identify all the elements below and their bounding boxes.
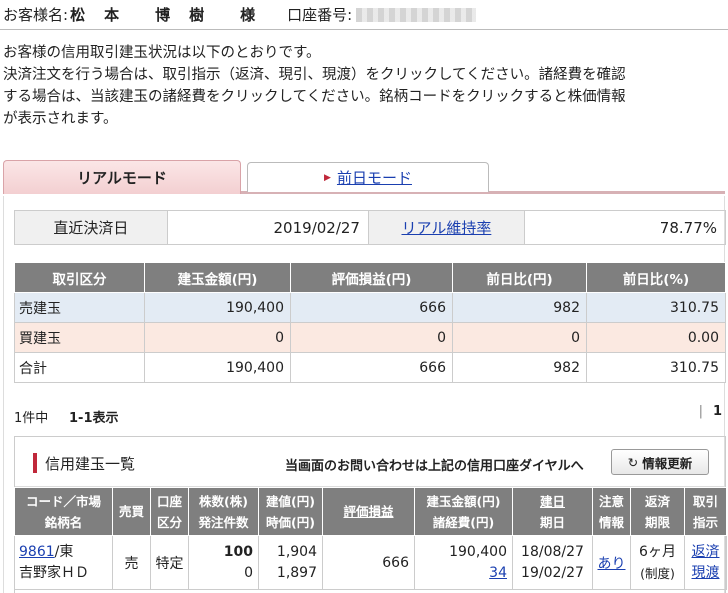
accent-bar xyxy=(33,453,37,473)
table-row: 買建玉 0 0 0 0.00 xyxy=(14,322,726,353)
tab-real-mode[interactable]: リアルモード xyxy=(3,160,241,194)
col-price: 建値(円) 時価(円) xyxy=(258,487,323,536)
quantity-cell: 100 0 xyxy=(188,535,259,590)
result-count: 1件中 xyxy=(14,411,49,426)
main-panel: 直近決済日 2019/02/27 リアル維持率 78.77% 取引区分 建玉金額… xyxy=(3,196,727,593)
account-label: 口座番号: xyxy=(287,6,353,24)
row-label: 合計 xyxy=(14,352,145,383)
customer-label: お客様名: xyxy=(3,6,69,24)
note-cell: あり xyxy=(592,535,631,590)
market: /東 xyxy=(54,543,74,560)
repay-link[interactable]: 返済 xyxy=(692,544,720,560)
pagination: 1件中 1-1表示 | 1 xyxy=(14,404,726,426)
col-pl[interactable]: 評価損益 xyxy=(322,487,415,536)
table-row: 売建玉 190,400 666 982 310.75 xyxy=(14,292,726,323)
pager-separator: | xyxy=(698,404,703,419)
settle-date-label: 直近決済日 xyxy=(14,210,168,245)
prev-day-mode-link[interactable]: 前日モード xyxy=(337,167,412,188)
header-bar: お客様名: 松 本 博 樹 様 口座番号: xyxy=(0,0,728,30)
settle-date-value: 2019/02/27 xyxy=(166,210,369,245)
cell: 982 xyxy=(452,352,587,383)
cell: 666 xyxy=(290,292,453,323)
position-list-title: 信用建玉一覧 xyxy=(45,455,136,473)
col-date: 建日 期日 xyxy=(512,487,593,536)
stock-cell: 9861/東 吉野家ＨＤ xyxy=(14,535,113,590)
cell: 0.00 xyxy=(586,322,726,353)
pl-cell: 666 xyxy=(322,535,415,590)
intro-line: 決済注文を行う場合は、取引指示（返済、現引、現渡）をクリックしてください。諸経費… xyxy=(3,67,626,83)
mode-tabs: リアルモード ▶ 前日モード xyxy=(3,158,725,194)
col-term: 返済 期限 xyxy=(630,487,685,536)
row-label: 売建玉 xyxy=(14,292,145,323)
refresh-label: 情報更新 xyxy=(642,455,693,471)
current-page: 1 xyxy=(712,404,722,419)
customer-name: 松 本 博 樹 様 xyxy=(70,6,258,24)
cell: 982 xyxy=(452,292,587,323)
stock-name: 吉野家ＨＤ xyxy=(19,564,89,581)
cell: 190,400 xyxy=(144,352,291,383)
fees-link[interactable]: 34 xyxy=(489,565,507,581)
cell: 0 xyxy=(290,322,453,353)
col-quantity: 株数(株) 発注件数 xyxy=(188,487,259,536)
intro-text: お客様の信用取引建玉状況は以下のとおりです。 決済注文を行う場合は、取引指示（返… xyxy=(0,30,728,130)
table-row: 合計 190,400 666 982 310.75 xyxy=(14,352,726,383)
inquiry-notice: 当画面のお問い合わせは上記の信用口座ダイヤルへ xyxy=(285,459,584,474)
position-list: 信用建玉一覧 当画面のお問い合わせは上記の信用口座ダイヤルへ ↻ 情報更新 コー… xyxy=(14,436,727,593)
col-side: 売買 xyxy=(112,487,151,536)
table-row: 9861/東 吉野家ＨＤ 売 特定 100 0 1,904 1,897 666 19… xyxy=(14,535,727,590)
cell: 310.75 xyxy=(586,292,726,323)
deliver-link[interactable]: 現渡 xyxy=(692,565,720,581)
cell: 0 xyxy=(144,322,291,353)
col-header: 評価損益(円) xyxy=(290,262,453,293)
instruction-cell: 返済 現渡 xyxy=(684,535,727,590)
col-code: コード／市場 銘柄名 xyxy=(14,487,113,536)
cell: 666 xyxy=(290,352,453,383)
intro-line: する場合は、当該建玉の諸経費をクリックしてください。銘柄コードをクリックすると株… xyxy=(3,89,626,105)
col-header: 前日比(円) xyxy=(452,262,587,293)
amount-cell: 190,400 34 xyxy=(414,535,513,590)
refresh-icon: ↻ xyxy=(627,454,639,470)
term-cell: 6ヶ月 (制度) xyxy=(630,535,685,590)
cell: 310.75 xyxy=(586,352,726,383)
maintenance-ratio-cell: リアル維持率 xyxy=(367,210,525,245)
masked-account-number xyxy=(356,7,477,22)
position-list-header: 信用建玉一覧 当画面のお問い合わせは上記の信用口座ダイヤルへ ↻ 情報更新 xyxy=(15,437,725,487)
positions-summary-table: 取引区分 建玉金額(円) 評価損益(円) 前日比(円) 前日比(%) 売建玉 1… xyxy=(14,262,726,383)
cell: 190,400 xyxy=(144,292,291,323)
stock-code-link[interactable]: 9861 xyxy=(19,544,55,560)
note-link[interactable]: あり xyxy=(598,556,626,572)
price-cell: 1,904 1,897 xyxy=(258,535,323,590)
col-header: 前日比(%) xyxy=(586,262,726,293)
col-header: 建玉金額(円) xyxy=(144,262,291,293)
date-cell: 18/08/27 19/02/27 xyxy=(512,535,593,590)
refresh-button[interactable]: ↻ 情報更新 xyxy=(611,449,709,475)
sort-date-link[interactable]: 建日 xyxy=(540,494,565,509)
maintenance-ratio-value: 78.77% xyxy=(523,210,727,245)
positions-table: コード／市場 銘柄名 売買 口座 区分 株数(株) 発注件数 建値(円) 時価(円) 評… xyxy=(14,487,727,590)
cell: 0 xyxy=(452,322,587,353)
tab-prev-day-mode[interactable]: ▶ 前日モード xyxy=(247,162,489,192)
triangle-right-icon: ▶ xyxy=(324,172,331,183)
intro-line: お客様の信用取引建玉状況は以下のとおりです。 xyxy=(3,45,321,61)
sort-pl-link[interactable]: 評価損益 xyxy=(343,504,393,519)
side-cell: 売 xyxy=(112,535,151,590)
result-range: 1-1表示 xyxy=(69,411,119,426)
col-amount: 建玉金額(円) 諸経費(円) xyxy=(414,487,513,536)
col-header: 取引区分 xyxy=(14,262,145,293)
col-note: 注意 情報 xyxy=(592,487,631,536)
row-label: 買建玉 xyxy=(14,322,145,353)
page-number: | 1 xyxy=(699,404,722,419)
intro-line: が表示されます。 xyxy=(3,111,118,127)
col-instruction: 取引 指示 xyxy=(684,487,727,536)
account-type-cell: 特定 xyxy=(150,535,189,590)
col-account: 口座 区分 xyxy=(150,487,189,536)
maintenance-ratio-link[interactable]: リアル維持率 xyxy=(401,219,491,237)
summary-table: 直近決済日 2019/02/27 リアル維持率 78.77% xyxy=(14,210,727,245)
